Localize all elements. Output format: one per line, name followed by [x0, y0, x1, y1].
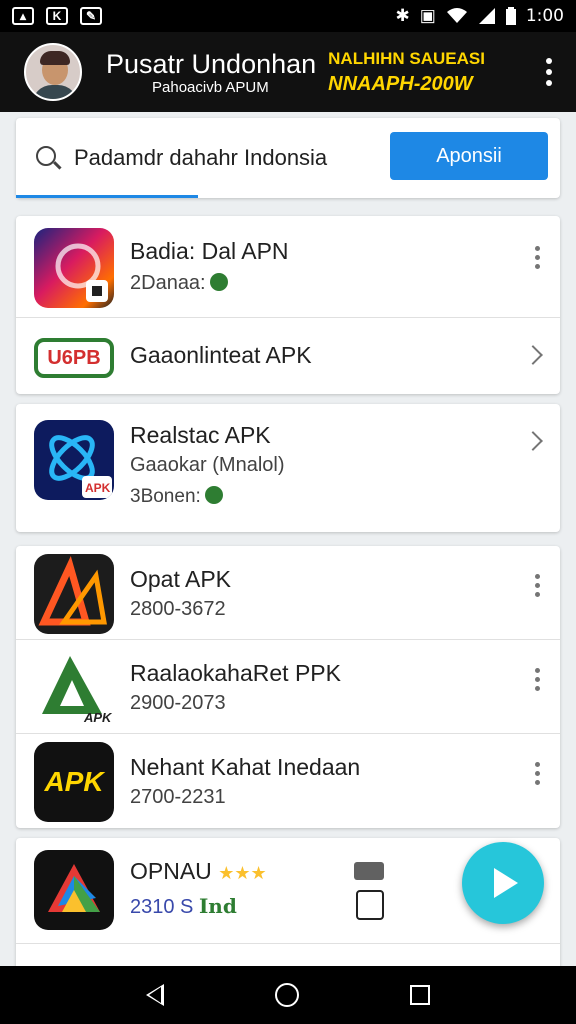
- bluetooth-icon: ✱: [395, 6, 410, 25]
- image-icon: ▴: [12, 7, 34, 25]
- app-icon: APK: [34, 742, 114, 822]
- search-input[interactable]: [74, 142, 374, 174]
- more-options-icon[interactable]: [532, 574, 542, 597]
- more-options-icon[interactable]: [532, 246, 542, 269]
- back-icon[interactable]: [145, 984, 164, 1006]
- list-item[interactable]: APK Nehant Kahat Inedaan 2700-2231: [16, 734, 560, 828]
- home-icon[interactable]: [274, 983, 299, 1007]
- app-version: 2800-3672: [130, 598, 226, 620]
- app-card-3: Opat APK 2800-3672 APK RaalaokahaRet PPK…: [16, 546, 560, 828]
- list-item[interactable]: APK Realstac APK Gaaokar (Mnalol) 3Bonen…: [16, 404, 560, 532]
- app-icon: APK: [34, 420, 114, 500]
- svg-text:APK: APK: [85, 481, 111, 495]
- list-item[interactable]: Badia: Dal APN 2Danaa:: [16, 216, 560, 318]
- app-icon: [34, 554, 114, 634]
- promo-banner[interactable]: NALHIHN SAUEASI NNAAPH-200W: [328, 49, 485, 96]
- chevron-right-icon[interactable]: [523, 431, 543, 451]
- status-bar: ▴ K ✎ ✱ ▣ 1:00: [0, 0, 576, 32]
- app-version: 2700-2231: [130, 786, 226, 808]
- app-subtitle: Gaaokar (Mnalol): [130, 454, 285, 476]
- app-icon: [34, 228, 114, 308]
- promo-line-1: NALHIHN SAUEASI: [328, 48, 485, 68]
- app-card-1: Badia: Dal APN 2Danaa: U6PB Gaaonlinteat…: [16, 216, 560, 394]
- search-card: Aponsii: [16, 118, 560, 198]
- navigation-bar: [0, 966, 576, 1024]
- vibrate-icon: ▣: [419, 6, 436, 25]
- app-name: OPNAU ★★★: [130, 858, 267, 884]
- signal-icon: [478, 8, 495, 24]
- page-title: Pusatr Undonhan: [106, 48, 317, 79]
- more-options-icon[interactable]: [532, 668, 542, 691]
- folder-icon[interactable]: [354, 862, 384, 880]
- app-name: Nehant Kahat Inedaan: [130, 754, 361, 780]
- app-icon: U6PB: [34, 338, 114, 378]
- edit-icon: ✎: [80, 7, 102, 25]
- chevron-right-icon[interactable]: [523, 345, 543, 365]
- svg-text:APK: APK: [83, 710, 113, 725]
- play-icon: [494, 868, 518, 898]
- overflow-menu-icon[interactable]: [538, 52, 560, 92]
- list-item[interactable]: APK RaalaokahaRet PPK 2900-2073: [16, 640, 560, 734]
- search-button[interactable]: Aponsii: [390, 132, 548, 180]
- app-icon: APK: [34, 648, 114, 728]
- bag-icon[interactable]: [356, 890, 384, 920]
- app-name: Opat APK: [130, 566, 232, 592]
- more-options-icon[interactable]: [532, 762, 542, 785]
- page-subtitle: Pahoacivb APUM: [152, 78, 269, 96]
- download-icon: [209, 273, 228, 291]
- promo-line-2: NNAAPH-200W: [328, 72, 473, 95]
- app-version: 2900-2073: [130, 692, 226, 714]
- status-time: 1:00: [525, 6, 564, 26]
- app-bar: Pusatr Undonhan Pahoacivb APUM NALHIHN S…: [0, 32, 576, 112]
- app-meta: 2Danaa:: [130, 272, 228, 295]
- play-button[interactable]: [462, 842, 544, 924]
- app-meta: 3Bonen:: [130, 486, 223, 508]
- search-focus-indicator: [16, 195, 198, 198]
- recent-apps-icon[interactable]: [410, 985, 431, 1005]
- app-name: Gaaonlinteat APK: [130, 342, 312, 368]
- wifi-icon: [446, 8, 467, 23]
- app-icon: [34, 850, 114, 930]
- search-icon: [36, 146, 56, 166]
- app-meta: 2310 S Ind: [130, 894, 237, 918]
- battery-icon: [505, 7, 516, 25]
- app-name: Realstac APK: [130, 422, 271, 448]
- list-item[interactable]: U6PB Gaaonlinteat APK: [16, 318, 560, 394]
- app-card-2: APK Realstac APK Gaaokar (Mnalol) 3Bonen…: [16, 404, 560, 532]
- app-name: Badia: Dal APN: [130, 238, 289, 264]
- rating-stars: ★★★: [218, 863, 267, 883]
- download-icon: [204, 486, 223, 504]
- app-name: RaalaokahaRet PPK: [130, 660, 341, 686]
- list-item[interactable]: Opat APK 2800-3672: [16, 546, 560, 640]
- k-icon: K: [46, 7, 68, 25]
- avatar[interactable]: [24, 43, 82, 101]
